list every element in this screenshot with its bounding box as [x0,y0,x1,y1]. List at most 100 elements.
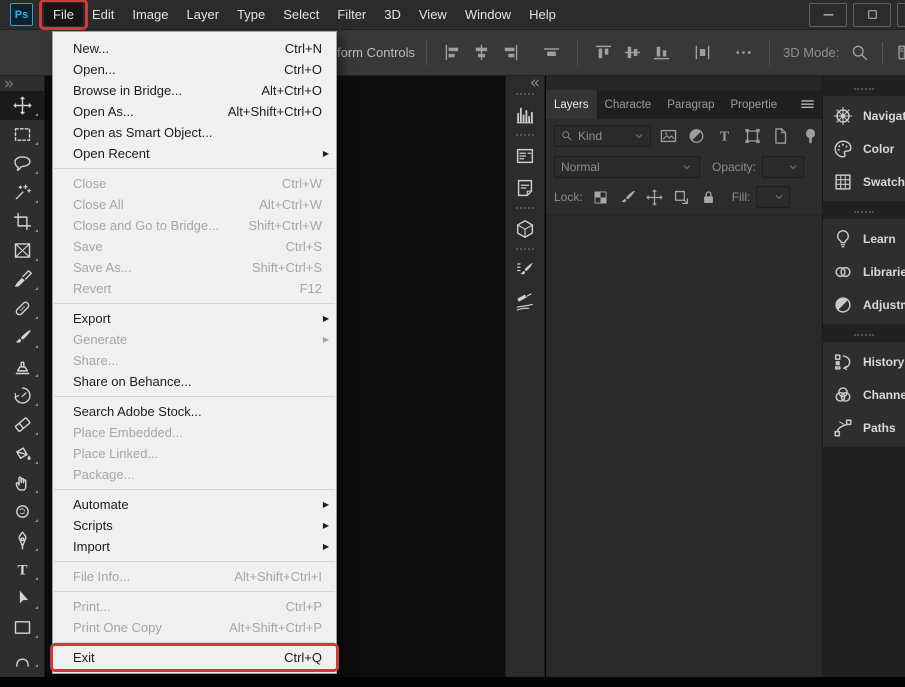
menu-item-open-as-smart-object[interactable]: Open as Smart Object... [53,122,336,143]
menubar-item-window[interactable]: Window [456,3,520,26]
menu-item-scripts[interactable]: Scripts▶ [53,515,336,536]
menu-item-open[interactable]: Open...Ctrl+O [53,59,336,80]
menu-item-file-info[interactable]: File Info...Alt+Shift+Ctrl+I [53,566,336,587]
panel-group-handle[interactable] [854,211,874,215]
type-filter-button[interactable]: T [714,126,735,146]
clone-stamp-tool[interactable] [0,352,45,381]
menu-item-export[interactable]: Export▶ [53,308,336,329]
toolbar-collapse-button[interactable] [0,76,44,91]
blend-mode-select[interactable]: Normal [554,156,700,178]
3d-panel-panel-button[interactable] [506,213,544,245]
menu-item-place-linked[interactable]: Place Linked... [53,443,336,464]
history-panel-button[interactable]: History [823,345,905,378]
menu-item-save-as[interactable]: Save As...Shift+Ctrl+S [53,257,336,278]
menubar-item-file[interactable]: File [44,3,83,26]
histogram-panel-button[interactable] [506,99,544,131]
rectangular-marquee-tool[interactable] [0,120,45,149]
opacity-input[interactable] [762,156,804,178]
menubar-item-view[interactable]: View [410,3,456,26]
lock-paint-button[interactable] [618,188,637,207]
menu-item-generate[interactable]: Generate▶ [53,329,336,350]
menu-item-browse-in-bridge[interactable]: Browse in Bridge...Alt+Ctrl+O [53,80,336,101]
align-horizontal-centers-icon[interactable] [471,42,492,63]
notes-panel-button[interactable] [506,172,544,204]
menu-item-automate[interactable]: Automate▶ [53,494,336,515]
tab-paragrap[interactable]: Paragrap [659,90,722,119]
lock-all-button[interactable] [699,188,718,207]
tab-characte[interactable]: Characte [597,90,660,119]
menu-item-open-recent[interactable]: Open Recent▶ [53,143,336,164]
tab-layers[interactable]: Layers [546,90,597,119]
path-selection-tool[interactable] [0,584,45,613]
adjustments-panel-button[interactable]: Adjustm [823,288,905,321]
menu-item-save[interactable]: SaveCtrl+S [53,236,336,257]
window-button-partial[interactable] [897,3,905,27]
paint-bucket-tool[interactable] [0,439,45,468]
menu-item-close-all[interactable]: Close AllAlt+Ctrl+W [53,194,336,215]
eyedropper-tool[interactable] [0,265,45,294]
menubar-item-image[interactable]: Image [123,3,177,26]
align-top-wide-icon[interactable] [541,42,562,63]
menu-item-print[interactable]: Print...Ctrl+P [53,596,336,617]
swatches-panel-button[interactable]: Swatche [823,165,905,198]
panel-group-handle[interactable] [516,248,534,252]
workspace-switcher-icon[interactable] [896,42,905,63]
menu-item-revert[interactable]: RevertF12 [53,278,336,299]
menu-item-print-one-copy[interactable]: Print One CopyAlt+Shift+Ctrl+P [53,617,336,638]
menubar-item-layer[interactable]: Layer [178,3,229,26]
navigator-panel-button[interactable]: Navigat [823,99,905,132]
menu-item-exit[interactable]: ExitCtrl+Q [53,647,336,668]
menubar-item-3d[interactable]: 3D [375,3,410,26]
shape-filter-button[interactable] [742,126,763,146]
move-tool[interactable] [0,91,45,120]
type-tool[interactable]: T [0,555,45,584]
panel-group-handle[interactable] [854,88,874,92]
brush-tool[interactable] [0,323,45,352]
hand-tool[interactable] [0,642,45,671]
layers-list-empty[interactable] [546,214,822,677]
menu-item-place-embedded[interactable]: Place Embedded... [53,422,336,443]
layer-filter-toggle[interactable] [800,126,821,146]
layer-filter-kind-select[interactable]: Kind [554,125,651,147]
align-right-edges-icon[interactable] [500,42,521,63]
menu-item-close-and-go-to-bridge[interactable]: Close and Go to Bridge...Shift+Ctrl+W [53,215,336,236]
eraser-tool[interactable] [0,410,45,439]
menu-item-share[interactable]: Share... [53,350,336,371]
lock-position-button[interactable] [645,188,664,207]
menu-item-share-on-behance[interactable]: Share on Behance... [53,371,336,392]
dock-collapse-button[interactable] [506,76,544,90]
fill-input[interactable] [756,186,790,208]
panel-group-handle[interactable] [516,207,534,211]
panel-group-handle[interactable] [854,334,874,338]
history-brush-tool[interactable] [0,381,45,410]
libraries-panel-button[interactable]: Librarie [823,255,905,288]
crop-tool[interactable] [0,207,45,236]
align-left-edges-icon[interactable] [442,42,463,63]
align-bottom-edges-icon[interactable] [651,42,672,63]
panel-group-handle[interactable] [516,134,534,138]
menubar-item-edit[interactable]: Edit [83,3,123,26]
pen-tool[interactable] [0,526,45,555]
lock-artboard-button[interactable] [672,188,691,207]
frame-tool[interactable] [0,236,45,265]
brush-presets-panel-button[interactable] [506,286,544,318]
search-icon[interactable] [849,42,870,63]
menu-item-import[interactable]: Import▶ [53,536,336,557]
align-top-edges-icon[interactable] [593,42,614,63]
distribute-horizontal-icon[interactable] [692,42,713,63]
spot-healing-brush-tool[interactable] [0,294,45,323]
menu-item-package[interactable]: Package... [53,464,336,485]
color-panel-button[interactable]: Color [823,132,905,165]
panel-menu-button[interactable] [792,90,822,119]
paths-panel-button[interactable]: Paths [823,411,905,444]
maximize-button[interactable] [853,3,891,27]
rectangle-tool[interactable] [0,613,45,642]
magic-wand-tool[interactable] [0,178,45,207]
menu-item-new[interactable]: New...Ctrl+N [53,38,336,59]
more-options-icon[interactable] [733,42,754,63]
lock-transparency-button[interactable] [591,188,610,207]
learn-panel-button[interactable]: Learn [823,222,905,255]
menu-item-close[interactable]: CloseCtrl+W [53,173,336,194]
channels-panel-button[interactable]: Channe [823,378,905,411]
minimize-button[interactable] [809,3,847,27]
